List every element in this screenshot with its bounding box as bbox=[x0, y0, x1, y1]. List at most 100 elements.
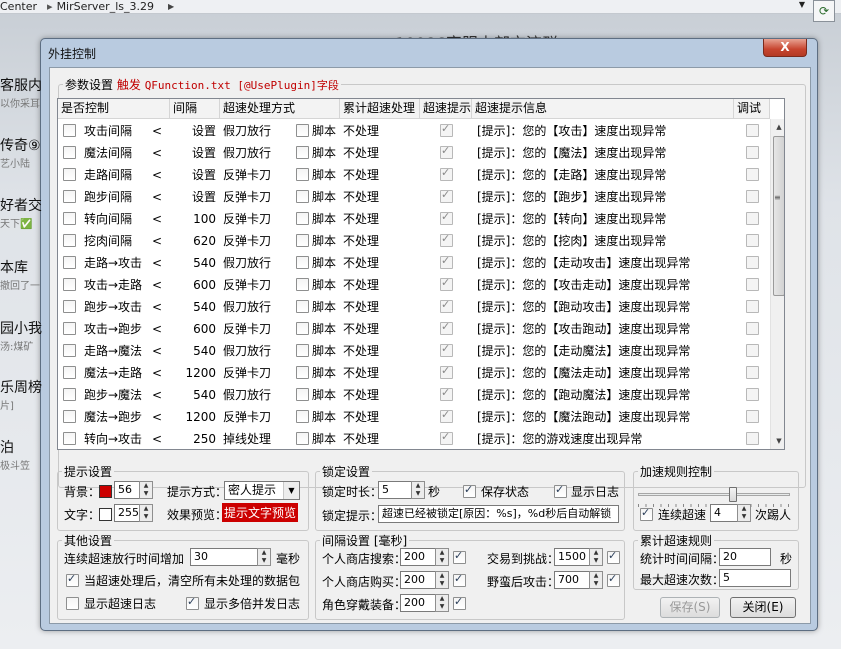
chat-list-item[interactable]: 本库 撤回了一 bbox=[0, 257, 60, 292]
table-row[interactable]: 挖肉间隔 <620 反弹卡刀 脚本不处理 [提示]：您的【挖肉】速度出现异常 bbox=[58, 230, 770, 252]
cumulative-method[interactable]: 不处理 bbox=[343, 384, 417, 406]
script-checkbox[interactable] bbox=[296, 256, 309, 269]
script-checkbox[interactable] bbox=[296, 124, 309, 137]
bg-color-swatch[interactable] bbox=[99, 485, 112, 498]
speed-tip-checkbox[interactable] bbox=[440, 430, 453, 445]
cumulative-method[interactable]: 不处理 bbox=[343, 252, 417, 274]
shop-search-checkbox[interactable] bbox=[453, 549, 466, 564]
interval-value[interactable]: 1200 bbox=[170, 362, 216, 384]
mode-select[interactable]: 密人提示 ▼ bbox=[224, 481, 300, 500]
column-header[interactable]: 超速提示 bbox=[420, 99, 472, 119]
script-checkbox[interactable] bbox=[296, 168, 309, 181]
spin-down-icon[interactable]: ▼ bbox=[258, 557, 270, 565]
tip-message[interactable]: [提示]：您的【攻击走动】速度出现异常 bbox=[477, 274, 732, 296]
speed-log-checkbox[interactable] bbox=[66, 597, 79, 610]
interval-value[interactable]: 540 bbox=[170, 296, 216, 318]
tip-message[interactable]: [提示]：您的【跑动魔法】速度出现异常 bbox=[477, 384, 732, 406]
spin-up-icon[interactable]: ▲ bbox=[436, 572, 448, 580]
trade-checkbox[interactable] bbox=[607, 549, 620, 564]
debug-checkbox[interactable] bbox=[746, 190, 759, 203]
increase-input[interactable]: 30 bbox=[190, 548, 258, 566]
multi-log-checkbox[interactable] bbox=[186, 595, 199, 610]
chat-list-item[interactable]: 泊极斗笠 bbox=[0, 437, 60, 472]
column-header[interactable]: 超速提示信息 bbox=[472, 99, 734, 119]
speed-control-table[interactable]: 是否控制 间隔 超速处理方式 累计超速处理 超速提示 超速提示信息 调试 攻击间隔 < 设置 假刀… bbox=[57, 98, 785, 450]
refresh-icon[interactable]: ⟳ bbox=[813, 0, 835, 22]
table-row[interactable]: 走路→魔法 <540 假刀放行 脚本不处理 [提示]：您的【走动魔法】速度出现异常 bbox=[58, 340, 770, 362]
control-checkbox[interactable] bbox=[63, 168, 76, 181]
brutal-checkbox[interactable] bbox=[607, 572, 620, 587]
cumulative-method[interactable]: 不处理 bbox=[343, 274, 417, 296]
spin-down-icon[interactable]: ▼ bbox=[436, 580, 448, 588]
interval-value[interactable]: 250 bbox=[170, 428, 216, 449]
slider-thumb[interactable] bbox=[729, 487, 737, 502]
max-count-input[interactable]: 5 bbox=[719, 569, 791, 587]
debug-checkbox[interactable] bbox=[746, 366, 759, 379]
brutal-input[interactable]: 700 bbox=[554, 571, 590, 589]
interval-value[interactable]: 620 bbox=[170, 230, 216, 252]
table-scrollbar[interactable]: ▲ ≡ ▼ bbox=[770, 119, 784, 449]
lock-prompt-input[interactable]: 超速已经被锁定[原因：%s]，%d秒后自动解锁 bbox=[378, 505, 619, 523]
speed-tip-checkbox[interactable] bbox=[440, 386, 453, 401]
script-checkbox[interactable] bbox=[296, 432, 309, 445]
chevron-down-icon[interactable]: ▼ bbox=[283, 482, 299, 499]
handle-method[interactable]: 掉线处理 bbox=[223, 428, 293, 449]
table-row[interactable]: 攻击→走路 <600 反弹卡刀 脚本不处理 [提示]：您的【攻击走动】速度出现异常 bbox=[58, 274, 770, 296]
shop-search-spinner[interactable]: ▲ ▼ bbox=[435, 548, 449, 566]
debug-checkbox[interactable] bbox=[746, 256, 759, 269]
speed-tip-checkbox[interactable] bbox=[440, 298, 453, 313]
cumulative-method[interactable]: 不处理 bbox=[343, 164, 417, 186]
interval-value[interactable]: 1200 bbox=[170, 406, 216, 428]
control-checkbox[interactable] bbox=[63, 278, 76, 291]
scroll-down-icon[interactable]: ▼ bbox=[771, 433, 784, 449]
handle-method[interactable]: 反弹卡刀 bbox=[223, 274, 293, 296]
spin-down-icon[interactable]: ▼ bbox=[590, 557, 602, 565]
cumulative-method[interactable]: 不处理 bbox=[343, 362, 417, 384]
trade-spinner[interactable]: ▲ ▼ bbox=[589, 548, 603, 566]
spin-down-icon[interactable]: ▼ bbox=[140, 513, 152, 521]
cumulative-method[interactable]: 不处理 bbox=[343, 406, 417, 428]
speed-tip-checkbox[interactable] bbox=[440, 276, 453, 291]
table-row[interactable]: 跑步→攻击 <540 假刀放行 脚本不处理 [提示]：您的【跑动攻击】速度出现异常 bbox=[58, 296, 770, 318]
spin-down-icon[interactable]: ▼ bbox=[140, 490, 152, 498]
save-button[interactable]: 保存(S) bbox=[660, 597, 720, 618]
tip-message[interactable]: [提示]：您的【跑动攻击】速度出现异常 bbox=[477, 296, 732, 318]
column-header[interactable]: 是否控制 bbox=[58, 99, 170, 119]
spin-up-icon[interactable]: ▲ bbox=[738, 505, 750, 513]
handle-method[interactable]: 反弹卡刀 bbox=[223, 208, 293, 230]
speed-tip-checkbox[interactable] bbox=[440, 320, 453, 335]
table-row[interactable]: 跑步→魔法 <540 假刀放行 脚本不处理 [提示]：您的【跑动魔法】速度出现异常 bbox=[58, 384, 770, 406]
bg-value-input[interactable]: 56 bbox=[114, 481, 140, 499]
column-header[interactable]: 调试 bbox=[734, 99, 770, 119]
debug-checkbox[interactable] bbox=[746, 322, 759, 335]
speed-tip-checkbox[interactable] bbox=[440, 144, 453, 159]
trade-input[interactable]: 1500 bbox=[554, 548, 590, 566]
tip-message[interactable]: [提示]：您的【魔法跑动】速度出现异常 bbox=[477, 406, 732, 428]
cumulative-method[interactable]: 不处理 bbox=[343, 318, 417, 340]
control-checkbox[interactable] bbox=[63, 322, 76, 335]
column-header[interactable]: 超速处理方式 bbox=[220, 99, 340, 119]
control-checkbox[interactable] bbox=[63, 388, 76, 401]
speed-tip-checkbox[interactable] bbox=[440, 166, 453, 181]
stat-time-input[interactable]: 20 bbox=[719, 548, 771, 566]
table-row[interactable]: 转向→攻击 <250 掉线处理 脚本不处理 [提示]：您的游戏速度出现异常 bbox=[58, 428, 770, 449]
spin-up-icon[interactable]: ▲ bbox=[258, 549, 270, 557]
tip-message[interactable]: [提示]：您的【走路】速度出现异常 bbox=[477, 164, 732, 186]
script-checkbox[interactable] bbox=[296, 234, 309, 247]
shop-search-input[interactable]: 200 bbox=[400, 548, 436, 566]
script-checkbox[interactable] bbox=[296, 300, 309, 313]
speed-tip-checkbox[interactable] bbox=[440, 188, 453, 203]
lock-duration-input[interactable]: 5 bbox=[378, 481, 412, 499]
handle-method[interactable]: 反弹卡刀 bbox=[223, 164, 293, 186]
spin-up-icon[interactable]: ▲ bbox=[140, 482, 152, 490]
speed-tip-checkbox[interactable] bbox=[440, 210, 453, 225]
cumulative-method[interactable]: 不处理 bbox=[343, 186, 417, 208]
control-checkbox[interactable] bbox=[63, 344, 76, 357]
control-checkbox[interactable] bbox=[63, 146, 76, 159]
interval-value[interactable]: 100 bbox=[170, 208, 216, 230]
control-checkbox[interactable] bbox=[63, 234, 76, 247]
show-log-checkbox[interactable] bbox=[554, 483, 567, 498]
lock-duration-spinner[interactable]: ▲ ▼ bbox=[411, 481, 425, 499]
consecutive-checkbox[interactable] bbox=[640, 506, 653, 521]
cumulative-method[interactable]: 不处理 bbox=[343, 296, 417, 318]
